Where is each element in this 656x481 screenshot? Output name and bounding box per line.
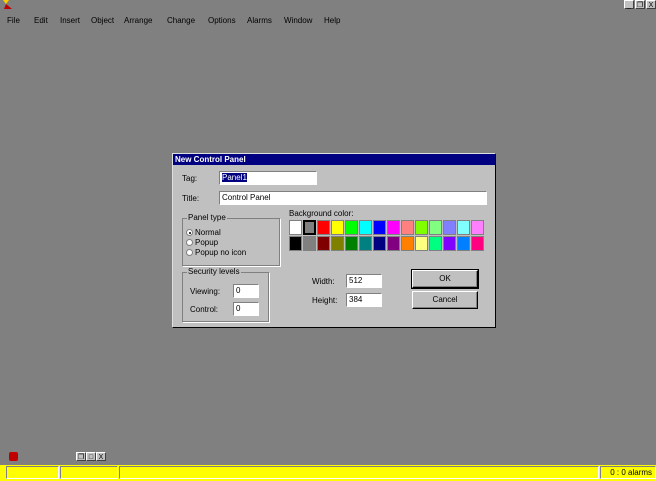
color-swatch[interactable] xyxy=(303,236,316,251)
width-label: Width: xyxy=(312,277,335,286)
height-label: Height: xyxy=(312,296,338,305)
option-label: Normal xyxy=(195,228,221,237)
menu-edit[interactable]: Edit xyxy=(34,14,48,28)
tag-value: Panel1 xyxy=(222,173,247,182)
control-input[interactable]: 0 xyxy=(233,302,259,316)
alarm-count: 0 : 0 alarms xyxy=(610,468,652,477)
color-swatch[interactable] xyxy=(457,220,470,235)
menu-alarms[interactable]: Alarms xyxy=(247,14,272,28)
color-swatch[interactable] xyxy=(415,220,428,235)
ok-button[interactable]: OK xyxy=(411,269,479,289)
security-levels-legend: Security levels xyxy=(187,267,241,277)
color-swatch[interactable] xyxy=(401,236,414,251)
minimized-maximize-button[interactable]: □ xyxy=(86,452,96,461)
minimize-button[interactable]: _ xyxy=(624,0,634,9)
color-swatch[interactable] xyxy=(443,236,456,251)
color-swatch[interactable] xyxy=(471,236,484,251)
minimized-window-icon[interactable] xyxy=(9,452,18,461)
security-levels-group: Security levels Viewing: 0 Control: 0 xyxy=(182,267,269,322)
color-swatch[interactable] xyxy=(401,220,414,235)
app-icon[interactable] xyxy=(3,0,13,10)
viewing-input[interactable]: 0 xyxy=(233,284,259,298)
panel-type-group: Panel type Normal Popup Popup no icon xyxy=(182,213,280,266)
color-swatch[interactable] xyxy=(331,236,344,251)
cancel-button[interactable]: Cancel xyxy=(412,291,478,309)
title-input[interactable]: Control Panel xyxy=(219,191,487,205)
radio-selected-icon xyxy=(186,229,193,236)
dialog-title: New Control Panel xyxy=(173,154,495,165)
minimized-window-controls: ❐ □ X xyxy=(76,452,106,461)
menu-object[interactable]: Object xyxy=(91,14,114,28)
minimized-restore-button[interactable]: ❐ xyxy=(76,452,86,461)
panel-type-legend: Panel type xyxy=(187,213,227,223)
new-control-panel-dialog: New Control Panel Tag: Panel1 Title: Con… xyxy=(172,153,496,328)
menu-arrange[interactable]: Arrange xyxy=(124,14,152,28)
color-swatch[interactable] xyxy=(429,236,442,251)
color-swatch[interactable] xyxy=(303,220,316,235)
color-swatch[interactable] xyxy=(345,220,358,235)
height-input[interactable]: 384 xyxy=(346,293,382,307)
close-button[interactable]: X xyxy=(646,0,656,9)
color-swatch[interactable] xyxy=(317,220,330,235)
status-panel-2 xyxy=(60,466,118,479)
color-swatch[interactable] xyxy=(345,236,358,251)
background-color-label: Background color: xyxy=(289,209,354,218)
menu-file[interactable]: File xyxy=(7,14,20,28)
menu-change[interactable]: Change xyxy=(167,14,195,28)
radio-icon xyxy=(186,239,193,246)
color-swatch[interactable] xyxy=(289,220,302,235)
status-panel-1 xyxy=(6,466,59,479)
minimized-close-button[interactable]: X xyxy=(96,452,106,461)
width-input[interactable]: 512 xyxy=(346,274,382,288)
color-swatch[interactable] xyxy=(373,220,386,235)
viewing-label: Viewing: xyxy=(190,287,221,296)
radio-icon xyxy=(186,249,193,256)
menu-bar: File Edit Insert Object Arrange Change O… xyxy=(0,14,656,28)
color-swatch[interactable] xyxy=(457,236,470,251)
control-label: Control: xyxy=(190,305,219,314)
color-swatch[interactable] xyxy=(317,236,330,251)
minimized-window[interactable]: ❐ □ X xyxy=(6,452,110,463)
tag-label: Tag: xyxy=(182,174,198,183)
color-swatch[interactable] xyxy=(387,220,400,235)
panel-type-popup-option[interactable]: Popup xyxy=(186,238,218,247)
color-swatch[interactable] xyxy=(443,220,456,235)
color-palette xyxy=(289,220,484,251)
color-swatch[interactable] xyxy=(359,220,372,235)
title-label: Title: xyxy=(182,194,200,203)
color-swatch[interactable] xyxy=(471,220,484,235)
menu-window[interactable]: Window xyxy=(284,14,312,28)
color-swatch[interactable] xyxy=(331,220,344,235)
color-swatch[interactable] xyxy=(289,236,302,251)
color-swatch[interactable] xyxy=(387,236,400,251)
status-bar: 0 : 0 alarms xyxy=(0,465,656,481)
window-controls: _ ❐ X xyxy=(624,0,656,9)
menu-help[interactable]: Help xyxy=(324,14,340,28)
restore-button[interactable]: ❐ xyxy=(635,0,645,9)
menu-options[interactable]: Options xyxy=(208,14,236,28)
menu-insert[interactable]: Insert xyxy=(60,14,80,28)
option-label: Popup xyxy=(195,238,219,247)
color-swatch[interactable] xyxy=(429,220,442,235)
color-swatch[interactable] xyxy=(415,236,428,251)
color-swatch[interactable] xyxy=(373,236,386,251)
panel-type-normal-option[interactable]: Normal xyxy=(186,228,221,237)
option-label: Popup no icon xyxy=(195,248,247,257)
color-swatch[interactable] xyxy=(359,236,372,251)
status-panel-3 xyxy=(119,466,599,479)
tag-input[interactable]: Panel1 xyxy=(219,171,317,185)
panel-type-popup-no-icon-option[interactable]: Popup no icon xyxy=(186,248,246,257)
